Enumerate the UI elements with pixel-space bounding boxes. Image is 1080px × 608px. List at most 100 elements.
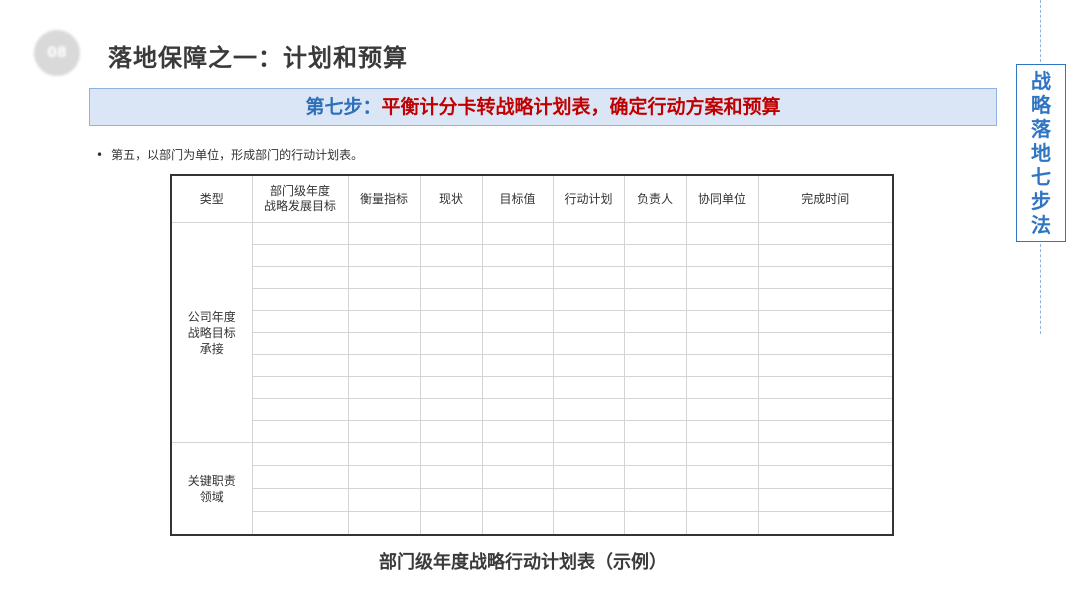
table-cell[interactable] (757, 222, 894, 245)
table-cell[interactable] (552, 310, 625, 333)
table-cell[interactable] (623, 488, 687, 512)
table-cell[interactable] (481, 244, 554, 267)
table-cell[interactable] (685, 376, 759, 399)
table-cell[interactable] (481, 354, 554, 377)
table-cell[interactable] (481, 288, 554, 311)
table-cell[interactable] (552, 266, 625, 289)
table-cell[interactable] (623, 332, 687, 355)
table-cell[interactable] (419, 442, 483, 466)
table-cell[interactable] (552, 398, 625, 421)
table-cell[interactable] (419, 376, 483, 399)
table-cell[interactable] (757, 354, 894, 377)
table-cell[interactable] (481, 310, 554, 333)
table-cell[interactable] (347, 442, 421, 466)
table-cell[interactable] (623, 511, 687, 536)
table-cell[interactable] (685, 332, 759, 355)
table-cell[interactable] (623, 376, 687, 399)
table-cell[interactable] (552, 332, 625, 355)
table-cell[interactable] (552, 288, 625, 311)
table-cell[interactable] (419, 465, 483, 489)
table-cell[interactable] (685, 465, 759, 489)
table-cell[interactable] (552, 354, 625, 377)
table-cell[interactable] (481, 442, 554, 466)
table-cell[interactable] (552, 420, 625, 443)
table-cell[interactable] (685, 266, 759, 289)
table-cell[interactable] (251, 511, 349, 536)
table-cell[interactable] (685, 222, 759, 245)
table-cell[interactable] (251, 244, 349, 267)
table-cell[interactable] (347, 332, 421, 355)
table-cell[interactable] (757, 442, 894, 466)
table-cell[interactable] (685, 310, 759, 333)
table-cell[interactable] (685, 398, 759, 421)
table-cell[interactable] (757, 332, 894, 355)
table-cell[interactable] (623, 398, 687, 421)
table-cell[interactable] (552, 488, 625, 512)
table-cell[interactable] (419, 511, 483, 536)
table-cell[interactable] (757, 244, 894, 267)
table-cell[interactable] (347, 266, 421, 289)
table-cell[interactable] (685, 420, 759, 443)
table-cell[interactable] (251, 442, 349, 466)
table-cell[interactable] (623, 266, 687, 289)
table-cell[interactable] (685, 511, 759, 536)
table-cell[interactable] (757, 288, 894, 311)
table-cell[interactable] (419, 310, 483, 333)
table-cell[interactable] (347, 354, 421, 377)
table-cell[interactable] (481, 376, 554, 399)
table-cell[interactable] (419, 288, 483, 311)
table-cell[interactable] (419, 332, 483, 355)
table-cell[interactable] (623, 465, 687, 489)
table-cell[interactable] (251, 222, 349, 245)
table-cell[interactable] (347, 398, 421, 421)
table-cell[interactable] (481, 332, 554, 355)
table-cell[interactable] (347, 511, 421, 536)
table-cell[interactable] (757, 266, 894, 289)
table-cell[interactable] (757, 511, 894, 536)
table-cell[interactable] (623, 442, 687, 466)
table-cell[interactable] (685, 244, 759, 267)
table-cell[interactable] (623, 222, 687, 245)
table-cell[interactable] (419, 266, 483, 289)
table-cell[interactable] (419, 398, 483, 421)
table-cell[interactable] (251, 465, 349, 489)
table-cell[interactable] (481, 465, 554, 489)
table-cell[interactable] (757, 465, 894, 489)
table-cell[interactable] (623, 288, 687, 311)
table-cell[interactable] (757, 420, 894, 443)
table-cell[interactable] (685, 442, 759, 466)
table-cell[interactable] (419, 354, 483, 377)
table-cell[interactable] (481, 420, 554, 443)
table-cell[interactable] (481, 222, 554, 245)
table-cell[interactable] (251, 332, 349, 355)
table-cell[interactable] (347, 310, 421, 333)
table-cell[interactable] (481, 398, 554, 421)
table-cell[interactable] (685, 288, 759, 311)
table-cell[interactable] (347, 222, 421, 245)
table-cell[interactable] (347, 465, 421, 489)
table-cell[interactable] (419, 488, 483, 512)
table-cell[interactable] (623, 354, 687, 377)
table-cell[interactable] (623, 420, 687, 443)
table-cell[interactable] (757, 488, 894, 512)
table-cell[interactable] (251, 288, 349, 311)
table-cell[interactable] (347, 244, 421, 267)
table-cell[interactable] (419, 244, 483, 267)
table-cell[interactable] (552, 442, 625, 466)
table-cell[interactable] (623, 244, 687, 267)
table-cell[interactable] (347, 288, 421, 311)
table-cell[interactable] (251, 354, 349, 377)
table-cell[interactable] (481, 266, 554, 289)
table-cell[interactable] (251, 376, 349, 399)
table-cell[interactable] (419, 222, 483, 245)
table-cell[interactable] (552, 222, 625, 245)
table-cell[interactable] (757, 310, 894, 333)
table-cell[interactable] (251, 266, 349, 289)
table-cell[interactable] (481, 511, 554, 536)
table-cell[interactable] (552, 244, 625, 267)
table-cell[interactable] (251, 310, 349, 333)
table-cell[interactable] (347, 488, 421, 512)
table-cell[interactable] (757, 398, 894, 421)
table-cell[interactable] (552, 376, 625, 399)
table-cell[interactable] (251, 420, 349, 443)
